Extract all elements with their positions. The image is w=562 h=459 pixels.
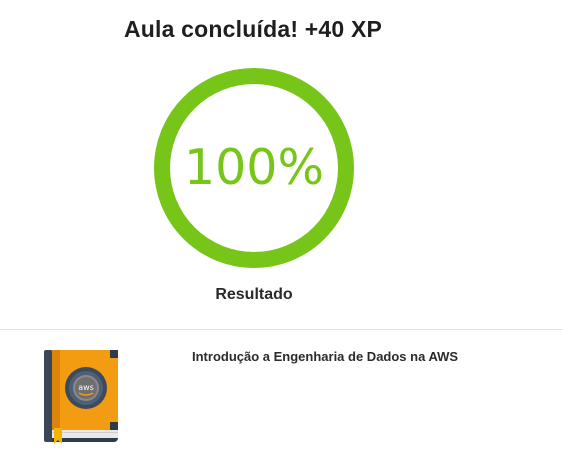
aws-book-icon[interactable]: aws xyxy=(42,348,122,446)
aws-logo-text: aws xyxy=(78,383,94,392)
course-title[interactable]: Introdução a Engenharia de Dados na AWS xyxy=(192,349,458,364)
lesson-complete-title: Aula concluída! +40 XP xyxy=(123,16,383,42)
course-thumbnail: aws xyxy=(44,350,118,444)
progress-ring: 100% xyxy=(154,68,354,268)
course-card[interactable]: aws Introdução a Engenharia de Dados na … xyxy=(0,330,562,459)
result-caption: Resultado xyxy=(215,286,293,303)
progress-percentage: 100% xyxy=(183,139,325,196)
